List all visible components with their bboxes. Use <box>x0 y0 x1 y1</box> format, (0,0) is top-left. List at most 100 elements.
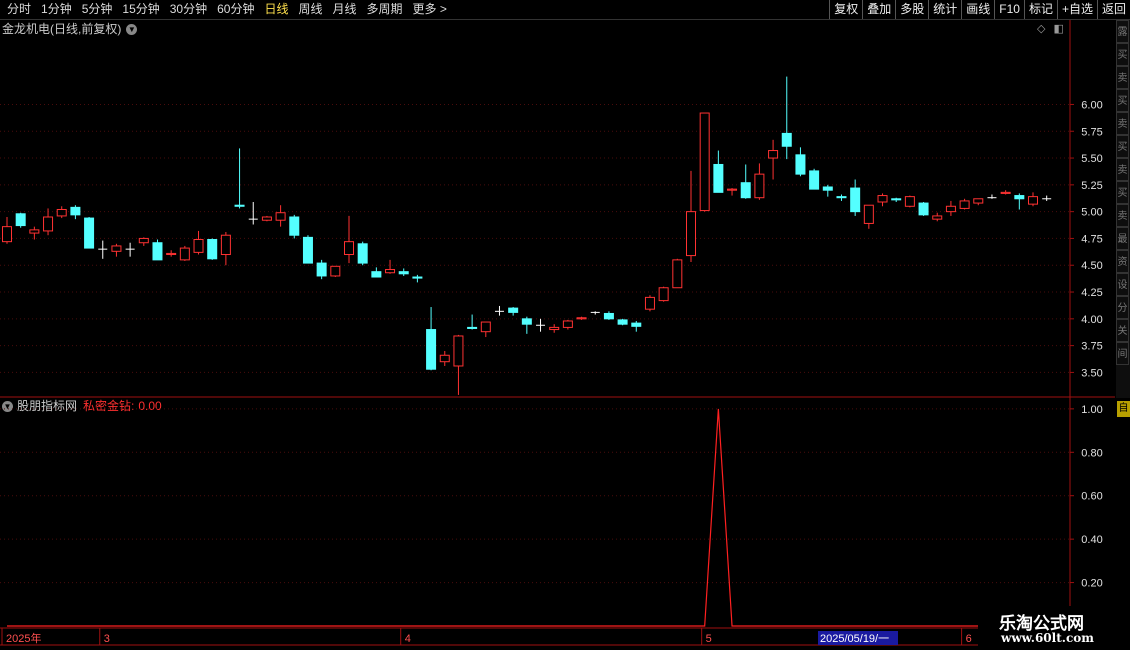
cursor-date-box <box>818 631 898 645</box>
candle-body <box>193 239 204 253</box>
cursor-date-label: 2025/05/19/一 <box>820 633 889 645</box>
indicator-source: 股朋指标网 <box>17 399 78 413</box>
sidebar-tab[interactable]: 买 <box>1116 43 1129 66</box>
toolbar-action-button[interactable]: 画线 <box>961 0 994 19</box>
sidebar-tab[interactable]: 卖 <box>1116 66 1129 89</box>
sidebar-tab[interactable]: 买 <box>1116 89 1129 112</box>
indicator-tick-label: 0.80 <box>1081 447 1102 459</box>
price-tick-label: 4.75 <box>1081 233 1102 245</box>
candle-body <box>644 296 655 310</box>
candle-body <box>863 204 874 224</box>
candle-body <box>973 198 984 204</box>
candle-body <box>1028 196 1038 205</box>
period-tab[interactable]: 15分钟 <box>117 0 164 19</box>
chevron-down-icon[interactable]: ▼ <box>126 23 138 35</box>
main-chart-title: 金龙机电(日线,前复权) ▼ <box>2 20 138 38</box>
period-tab[interactable]: 30分钟 <box>165 0 212 19</box>
sidebar-tab[interactable]: 卖 <box>1116 112 1129 135</box>
candle-body <box>152 242 163 261</box>
candle-body <box>521 318 532 325</box>
period-tab[interactable]: 更多 > <box>408 0 452 19</box>
sidebar-tab[interactable]: 分 <box>1116 296 1129 319</box>
sidebar-tab[interactable]: 设 <box>1116 273 1129 296</box>
period-tab[interactable]: 分时 <box>2 0 36 19</box>
candle-body <box>220 234 231 256</box>
date-label: 5 <box>706 633 712 645</box>
candle-body <box>1000 191 1011 194</box>
candle-body <box>932 215 943 220</box>
toolbar-action-button[interactable]: F10 <box>994 0 1024 19</box>
period-bar: 分时 1分钟 5分钟 15分钟 30分钟 60分钟 日线 周线 月线 多周期 更多 > <box>2 0 452 19</box>
indicator-title: ▼ 股朋指标网 私密金钻: 0.00 <box>2 397 162 415</box>
candle-body <box>617 319 628 325</box>
candle-body <box>398 271 409 275</box>
candle-body <box>261 216 272 221</box>
price-tick-label: 6.00 <box>1081 99 1102 111</box>
period-tab[interactable]: 多周期 <box>362 0 408 19</box>
candle-body <box>672 259 683 289</box>
toolbar-action-button[interactable]: 多股 <box>895 0 928 19</box>
chevron-down-icon[interactable]: ▼ <box>2 400 13 412</box>
indicator-tick-label: 0.60 <box>1081 491 1102 503</box>
price-tick-label: 3.75 <box>1081 341 1102 353</box>
toolbar-action-button[interactable]: 标记 <box>1023 0 1057 19</box>
period-tab[interactable]: 60分钟 <box>212 0 259 19</box>
sidebar-tab[interactable]: 间 <box>1116 342 1129 365</box>
toolbar-action-button[interactable]: 返回 <box>1096 0 1130 19</box>
candle-body <box>713 163 724 193</box>
period-tab[interactable]: 5分钟 <box>77 0 118 19</box>
candle-body <box>781 132 792 147</box>
candle-body <box>686 211 696 257</box>
indicator-tick-label: 0.40 <box>1081 534 1102 546</box>
period-tab[interactable]: 1分钟 <box>36 0 77 19</box>
date-label: 3 <box>104 633 110 645</box>
chart-corner-icons: ◇ ◧ <box>1037 22 1064 36</box>
candle-body <box>316 262 327 277</box>
candle-body <box>357 243 368 264</box>
window-icon[interactable]: ◧ <box>1053 22 1063 36</box>
sidebar-tab[interactable]: 露 <box>1116 20 1129 43</box>
candle-body <box>138 237 149 244</box>
candle-body <box>768 150 779 159</box>
sidebar-tab[interactable]: 买 <box>1116 135 1129 158</box>
indicator-tick-label: 0.20 <box>1081 578 1102 590</box>
toolbar-action-button[interactable]: +自选 <box>1056 0 1097 19</box>
candle-body <box>576 317 587 320</box>
diamond-icon[interactable]: ◇ <box>1037 22 1045 36</box>
candle-body <box>740 182 751 199</box>
watermark-logo: 乐淘公式网 www.60lt.com <box>978 606 1118 650</box>
toolbar-action-button[interactable]: 复权 <box>829 0 862 19</box>
sidebar-tab[interactable]: 关 <box>1116 319 1129 342</box>
candle-body <box>302 236 313 264</box>
toolbar-action-button[interactable]: 统计 <box>928 0 961 19</box>
period-tab[interactable]: 周线 <box>293 0 327 19</box>
self-select-tag[interactable]: 自 <box>1117 401 1130 417</box>
candle-body <box>959 200 970 209</box>
candle-body <box>754 173 765 199</box>
toolbar-action-button[interactable]: 叠加 <box>862 0 895 19</box>
candle-body <box>850 187 861 213</box>
candle-body <box>344 241 354 256</box>
candle-body <box>480 321 491 333</box>
sidebar-tab[interactable]: 最 <box>1116 227 1129 250</box>
action-bar: 复权 叠加 多股 统计 画线 F10 标记 +自选 返回 <box>829 0 1130 19</box>
candle-body <box>603 312 614 320</box>
candle-body <box>891 198 902 201</box>
candle-body <box>371 271 382 278</box>
candle-body <box>111 245 122 252</box>
stock-title: 金龙机电(日线,前复权) <box>2 22 122 36</box>
sidebar-tab[interactable]: 买 <box>1116 181 1129 204</box>
date-label: 6 <box>966 633 972 645</box>
candle-body <box>467 326 478 329</box>
candle-body <box>699 112 710 212</box>
candle-body <box>56 208 67 217</box>
candle-body <box>330 265 341 277</box>
candle-body <box>631 322 642 327</box>
candle-body <box>43 216 54 232</box>
indicator-tick-label: 1.00 <box>1081 404 1102 416</box>
sidebar-tab[interactable]: 卖 <box>1116 158 1129 181</box>
sidebar-tab[interactable]: 卖 <box>1116 204 1129 227</box>
period-tab[interactable]: 日线 <box>259 0 293 19</box>
period-tab[interactable]: 月线 <box>328 0 362 19</box>
sidebar-tab[interactable]: 资 <box>1116 250 1129 273</box>
